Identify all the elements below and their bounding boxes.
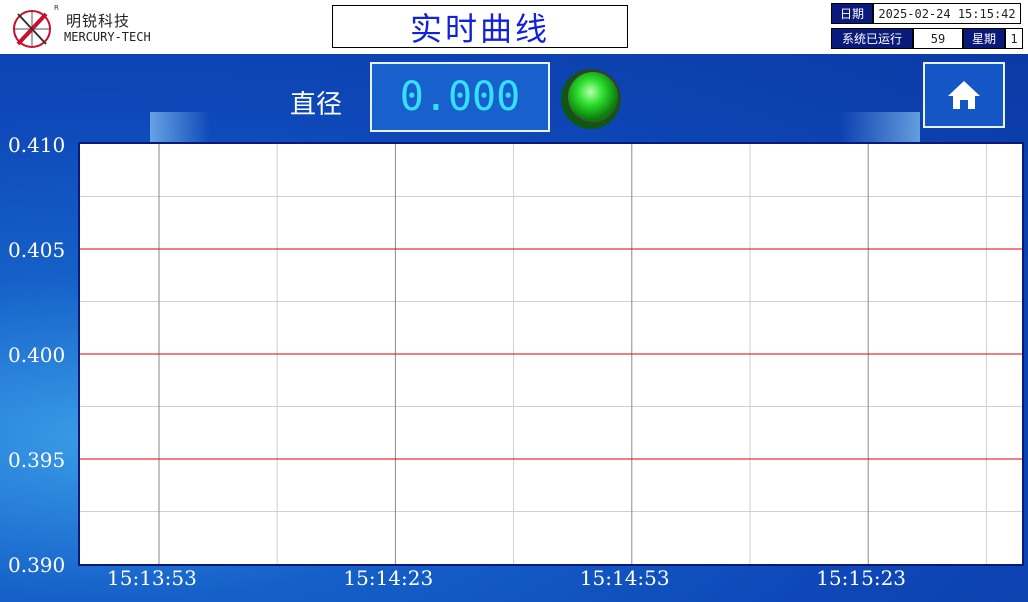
x-tick-label: 15:13:53	[107, 566, 197, 590]
trend-chart-plot	[80, 144, 1022, 564]
green-lamp-icon	[561, 69, 621, 129]
diameter-display: 0.000	[370, 62, 550, 132]
diameter-value: 0.000	[399, 74, 521, 120]
page-title: 实时曲线	[409, 9, 550, 48]
diameter-label: 直径	[290, 90, 343, 120]
svg-text:R: R	[54, 4, 59, 12]
y-tick-label: 0.395	[8, 448, 66, 472]
decor-glow	[840, 112, 920, 142]
runtime-label: 系统已运行	[831, 28, 913, 49]
weekday-label: 星期	[963, 28, 1005, 49]
home-icon	[948, 81, 980, 109]
y-tick-label: 0.400	[8, 343, 66, 367]
trend-chart	[78, 142, 1024, 566]
date-label: 日期	[831, 3, 873, 24]
y-tick-label: 0.405	[8, 238, 66, 262]
y-tick-label: 0.390	[8, 553, 66, 577]
page-title-box: 实时曲线	[332, 5, 628, 48]
date-value: 2025-02-24 15:15:42	[873, 3, 1021, 24]
x-tick-label: 15:15:23	[816, 566, 907, 590]
home-button[interactable]	[923, 62, 1005, 128]
weekday-value: 1	[1005, 28, 1023, 49]
brand-name-en: MERCURY-TECH	[64, 30, 151, 44]
mercury-tech-logo: R	[13, 4, 59, 48]
brand-name-cn: 明锐科技	[66, 12, 131, 30]
runtime-value: 59	[913, 28, 963, 49]
y-tick-label: 0.410	[8, 133, 66, 157]
x-tick-label: 15:14:53	[579, 566, 670, 590]
header-bar: R 明锐科技 MERCURY-TECH 实时曲线 日期 2025-02-24 1…	[0, 0, 1028, 54]
x-tick-label: 15:14:23	[343, 566, 434, 590]
decor-glow	[150, 112, 210, 142]
